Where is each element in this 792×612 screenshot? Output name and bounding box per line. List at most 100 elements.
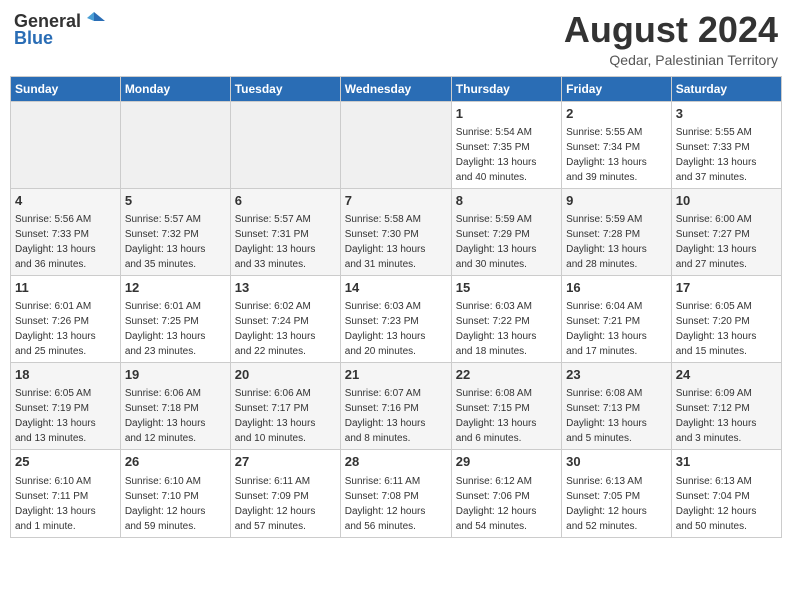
calendar-row-3: 18 Sunrise: 6:05 AM Sunset: 7:19 PM Dayli… — [11, 363, 782, 450]
day-number: 22 — [456, 366, 557, 384]
day-number: 28 — [345, 453, 447, 471]
day-number: 19 — [125, 366, 226, 384]
logo-bird-icon — [83, 10, 105, 32]
day-info: Sunrise: 6:10 AM Sunset: 7:11 PM Dayligh… — [15, 474, 116, 534]
calendar-cell: 20 Sunrise: 6:06 AM Sunset: 7:17 PM Dayli… — [230, 363, 340, 450]
day-info: Sunrise: 6:03 AM Sunset: 7:23 PM Dayligh… — [345, 299, 447, 359]
day-info: Sunrise: 6:07 AM Sunset: 7:16 PM Dayligh… — [345, 386, 447, 446]
day-number: 14 — [345, 279, 447, 297]
calendar-cell: 15 Sunrise: 6:03 AM Sunset: 7:22 PM Dayli… — [451, 275, 561, 362]
day-info: Sunrise: 6:12 AM Sunset: 7:06 PM Dayligh… — [456, 474, 557, 534]
calendar-cell: 25 Sunrise: 6:10 AM Sunset: 7:11 PM Dayli… — [11, 450, 121, 537]
day-info: Sunrise: 6:01 AM Sunset: 7:26 PM Dayligh… — [15, 299, 116, 359]
calendar-cell: 3 Sunrise: 5:55 AM Sunset: 7:33 PM Daylig… — [671, 101, 781, 188]
day-info: Sunrise: 6:05 AM Sunset: 7:19 PM Dayligh… — [15, 386, 116, 446]
day-number: 3 — [676, 105, 777, 123]
calendar-cell: 24Sunrise: 6:09 AM Sunset: 7:12 PM Dayli… — [671, 363, 781, 450]
day-info: Sunrise: 5:58 AM Sunset: 7:30 PM Dayligh… — [345, 212, 447, 272]
day-info: Sunrise: 6:04 AM Sunset: 7:21 PM Dayligh… — [566, 299, 667, 359]
calendar-cell: 22 Sunrise: 6:08 AM Sunset: 7:15 PM Dayli… — [451, 363, 561, 450]
calendar-row-0: 1 Sunrise: 5:54 AM Sunset: 7:35 PM Daylig… — [11, 101, 782, 188]
day-info: Sunrise: 5:54 AM Sunset: 7:35 PM Dayligh… — [456, 125, 557, 185]
calendar-cell: 23Sunrise: 6:08 AM Sunset: 7:13 PM Dayli… — [562, 363, 672, 450]
calendar-cell: 26 Sunrise: 6:10 AM Sunset: 7:10 PM Dayli… — [120, 450, 230, 537]
calendar-cell: 17 Sunrise: 6:05 AM Sunset: 7:20 PM Dayli… — [671, 275, 781, 362]
day-info: Sunrise: 6:09 AM Sunset: 7:12 PM Dayligh… — [676, 386, 777, 446]
day-number: 20 — [235, 366, 336, 384]
weekday-header-tuesday: Tuesday — [230, 76, 340, 101]
month-year-title: August 2024 — [564, 10, 778, 50]
day-number: 30 — [566, 453, 667, 471]
calendar-cell: 4 Sunrise: 5:56 AM Sunset: 7:33 PM Daylig… — [11, 188, 121, 275]
calendar-cell: 21 Sunrise: 6:07 AM Sunset: 7:16 PM Dayli… — [340, 363, 451, 450]
day-number: 25 — [15, 453, 116, 471]
calendar-cell: 29Sunrise: 6:12 AM Sunset: 7:06 PM Dayli… — [451, 450, 561, 537]
calendar-cell: 5Sunrise: 5:57 AM Sunset: 7:32 PM Daylig… — [120, 188, 230, 275]
day-info: Sunrise: 5:57 AM Sunset: 7:31 PM Dayligh… — [235, 212, 336, 272]
day-info: Sunrise: 6:05 AM Sunset: 7:20 PM Dayligh… — [676, 299, 777, 359]
day-number: 5 — [125, 192, 226, 210]
calendar-row-2: 11Sunrise: 6:01 AM Sunset: 7:26 PM Dayli… — [11, 275, 782, 362]
day-number: 2 — [566, 105, 667, 123]
day-info: Sunrise: 6:00 AM Sunset: 7:27 PM Dayligh… — [676, 212, 777, 272]
weekday-header-wednesday: Wednesday — [340, 76, 451, 101]
calendar-row-1: 4 Sunrise: 5:56 AM Sunset: 7:33 PM Daylig… — [11, 188, 782, 275]
day-info: Sunrise: 5:55 AM Sunset: 7:33 PM Dayligh… — [676, 125, 777, 185]
calendar-cell: 13Sunrise: 6:02 AM Sunset: 7:24 PM Dayli… — [230, 275, 340, 362]
page-header: General Blue August 2024 Qedar, Palestin… — [10, 10, 782, 68]
weekday-header-row: SundayMondayTuesdayWednesdayThursdayFrid… — [11, 76, 782, 101]
weekday-header-sunday: Sunday — [11, 76, 121, 101]
calendar-cell: 19 Sunrise: 6:06 AM Sunset: 7:18 PM Dayli… — [120, 363, 230, 450]
calendar-cell: 1 Sunrise: 5:54 AM Sunset: 7:35 PM Daylig… — [451, 101, 561, 188]
day-number: 7 — [345, 192, 447, 210]
day-info: Sunrise: 5:55 AM Sunset: 7:34 PM Dayligh… — [566, 125, 667, 185]
day-info: Sunrise: 6:06 AM Sunset: 7:18 PM Dayligh… — [125, 386, 226, 446]
calendar-cell: 30Sunrise: 6:13 AM Sunset: 7:05 PM Dayli… — [562, 450, 672, 537]
day-info: Sunrise: 6:11 AM Sunset: 7:08 PM Dayligh… — [345, 474, 447, 534]
day-info: Sunrise: 6:10 AM Sunset: 7:10 PM Dayligh… — [125, 474, 226, 534]
day-number: 27 — [235, 453, 336, 471]
weekday-header-monday: Monday — [120, 76, 230, 101]
day-number: 8 — [456, 192, 557, 210]
day-number: 9 — [566, 192, 667, 210]
day-info: Sunrise: 6:08 AM Sunset: 7:15 PM Dayligh… — [456, 386, 557, 446]
calendar-row-4: 25 Sunrise: 6:10 AM Sunset: 7:11 PM Dayli… — [11, 450, 782, 537]
day-number: 16 — [566, 279, 667, 297]
calendar-cell: 27 Sunrise: 6:11 AM Sunset: 7:09 PM Dayli… — [230, 450, 340, 537]
weekday-header-thursday: Thursday — [451, 76, 561, 101]
calendar-cell: 18 Sunrise: 6:05 AM Sunset: 7:19 PM Dayli… — [11, 363, 121, 450]
day-number: 26 — [125, 453, 226, 471]
day-info: Sunrise: 6:01 AM Sunset: 7:25 PM Dayligh… — [125, 299, 226, 359]
logo: General Blue — [14, 10, 105, 49]
calendar-cell: 6 Sunrise: 5:57 AM Sunset: 7:31 PM Daylig… — [230, 188, 340, 275]
day-number: 17 — [676, 279, 777, 297]
calendar-cell: 31 Sunrise: 6:13 AM Sunset: 7:04 PM Dayli… — [671, 450, 781, 537]
logo-blue-text: Blue — [14, 28, 53, 49]
day-number: 18 — [15, 366, 116, 384]
calendar-table: SundayMondayTuesdayWednesdayThursdayFrid… — [10, 76, 782, 538]
calendar-cell — [340, 101, 451, 188]
calendar-cell: 7 Sunrise: 5:58 AM Sunset: 7:30 PM Daylig… — [340, 188, 451, 275]
day-info: Sunrise: 5:59 AM Sunset: 7:29 PM Dayligh… — [456, 212, 557, 272]
day-number: 13 — [235, 279, 336, 297]
weekday-header-friday: Friday — [562, 76, 672, 101]
title-block: August 2024 Qedar, Palestinian Territory — [564, 10, 778, 68]
calendar-cell: 10Sunrise: 6:00 AM Sunset: 7:27 PM Dayli… — [671, 188, 781, 275]
day-number: 1 — [456, 105, 557, 123]
calendar-cell: 16 Sunrise: 6:04 AM Sunset: 7:21 PM Dayli… — [562, 275, 672, 362]
day-number: 31 — [676, 453, 777, 471]
day-info: Sunrise: 5:56 AM Sunset: 7:33 PM Dayligh… — [15, 212, 116, 272]
day-info: Sunrise: 6:11 AM Sunset: 7:09 PM Dayligh… — [235, 474, 336, 534]
day-number: 4 — [15, 192, 116, 210]
day-number: 15 — [456, 279, 557, 297]
day-info: Sunrise: 6:03 AM Sunset: 7:22 PM Dayligh… — [456, 299, 557, 359]
calendar-cell: 14 Sunrise: 6:03 AM Sunset: 7:23 PM Dayli… — [340, 275, 451, 362]
calendar-cell — [230, 101, 340, 188]
calendar-cell — [11, 101, 121, 188]
day-number: 6 — [235, 192, 336, 210]
day-info: Sunrise: 6:06 AM Sunset: 7:17 PM Dayligh… — [235, 386, 336, 446]
day-info: Sunrise: 5:59 AM Sunset: 7:28 PM Dayligh… — [566, 212, 667, 272]
weekday-header-saturday: Saturday — [671, 76, 781, 101]
day-number: 21 — [345, 366, 447, 384]
day-info: Sunrise: 6:13 AM Sunset: 7:04 PM Dayligh… — [676, 474, 777, 534]
